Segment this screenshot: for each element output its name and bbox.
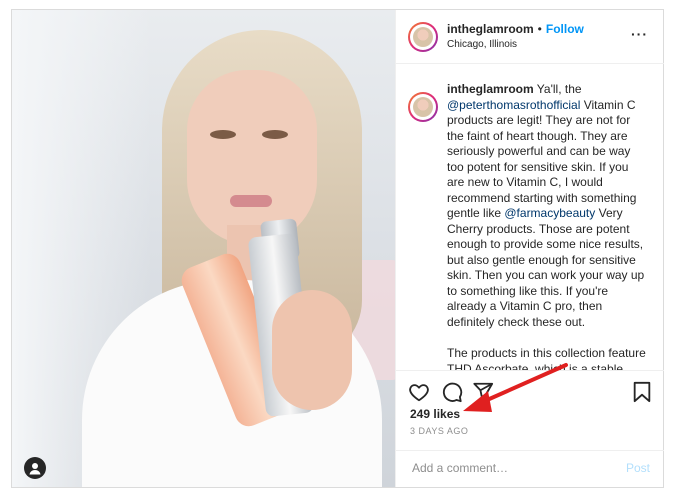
instagram-post: intheglamroom • Follow Chicago, Illinois ·… <box>11 9 664 488</box>
share-icon[interactable] <box>472 381 494 408</box>
caption-scroll-area[interactable]: intheglamroom Ya'll, the @peterthomasrot… <box>396 64 664 370</box>
header-username[interactable]: intheglamroom <box>447 22 534 36</box>
caption-paragraph: The products in this collection feature … <box>447 346 646 370</box>
photo-lips <box>230 195 272 207</box>
more-icon[interactable]: ··· <box>631 26 648 42</box>
avatar[interactable] <box>408 22 438 52</box>
caption-text: intheglamroom Ya'll, the @peterthomasrot… <box>447 82 647 370</box>
caption-text-part: Vitamin C products are legit! They are n… <box>447 97 637 221</box>
comment-box: Post <box>396 450 664 487</box>
caption-username[interactable]: intheglamroom <box>447 82 534 96</box>
comment-icon[interactable] <box>441 381 463 408</box>
likes-count[interactable]: 249 likes <box>410 407 460 421</box>
caption-text-part: Ya'll, the <box>533 82 582 96</box>
separator-dot: • <box>537 22 542 36</box>
post-date[interactable]: 3 DAYS AGO <box>410 426 468 436</box>
caption-text-part: Very Cherry products. Those are potent e… <box>447 206 645 329</box>
post-header: intheglamroom • Follow Chicago, Illinois ·… <box>396 10 664 64</box>
post-sidebar: intheglamroom • Follow Chicago, Illinois ·… <box>395 10 664 487</box>
heart-icon[interactable] <box>408 381 430 408</box>
photo-eye-left <box>210 130 236 139</box>
mention-link[interactable]: @peterthomasrothofficial <box>447 98 580 112</box>
user-tag-icon[interactable] <box>24 457 46 479</box>
location-link[interactable]: Chicago, Illinois <box>447 39 517 50</box>
bookmark-icon[interactable] <box>632 381 652 408</box>
mention-link[interactable]: @farmacybeauty <box>504 206 595 220</box>
caption-avatar[interactable] <box>408 92 438 122</box>
post-photo[interactable] <box>12 10 395 487</box>
action-bar: 249 likes 3 DAYS AGO <box>396 370 664 450</box>
photo-eye-right <box>262 130 288 139</box>
photo-face <box>187 70 317 245</box>
follow-button[interactable]: Follow <box>546 22 584 36</box>
comment-input[interactable] <box>410 460 604 476</box>
post-comment-button[interactable]: Post <box>626 461 650 475</box>
photo-hand <box>272 290 352 410</box>
